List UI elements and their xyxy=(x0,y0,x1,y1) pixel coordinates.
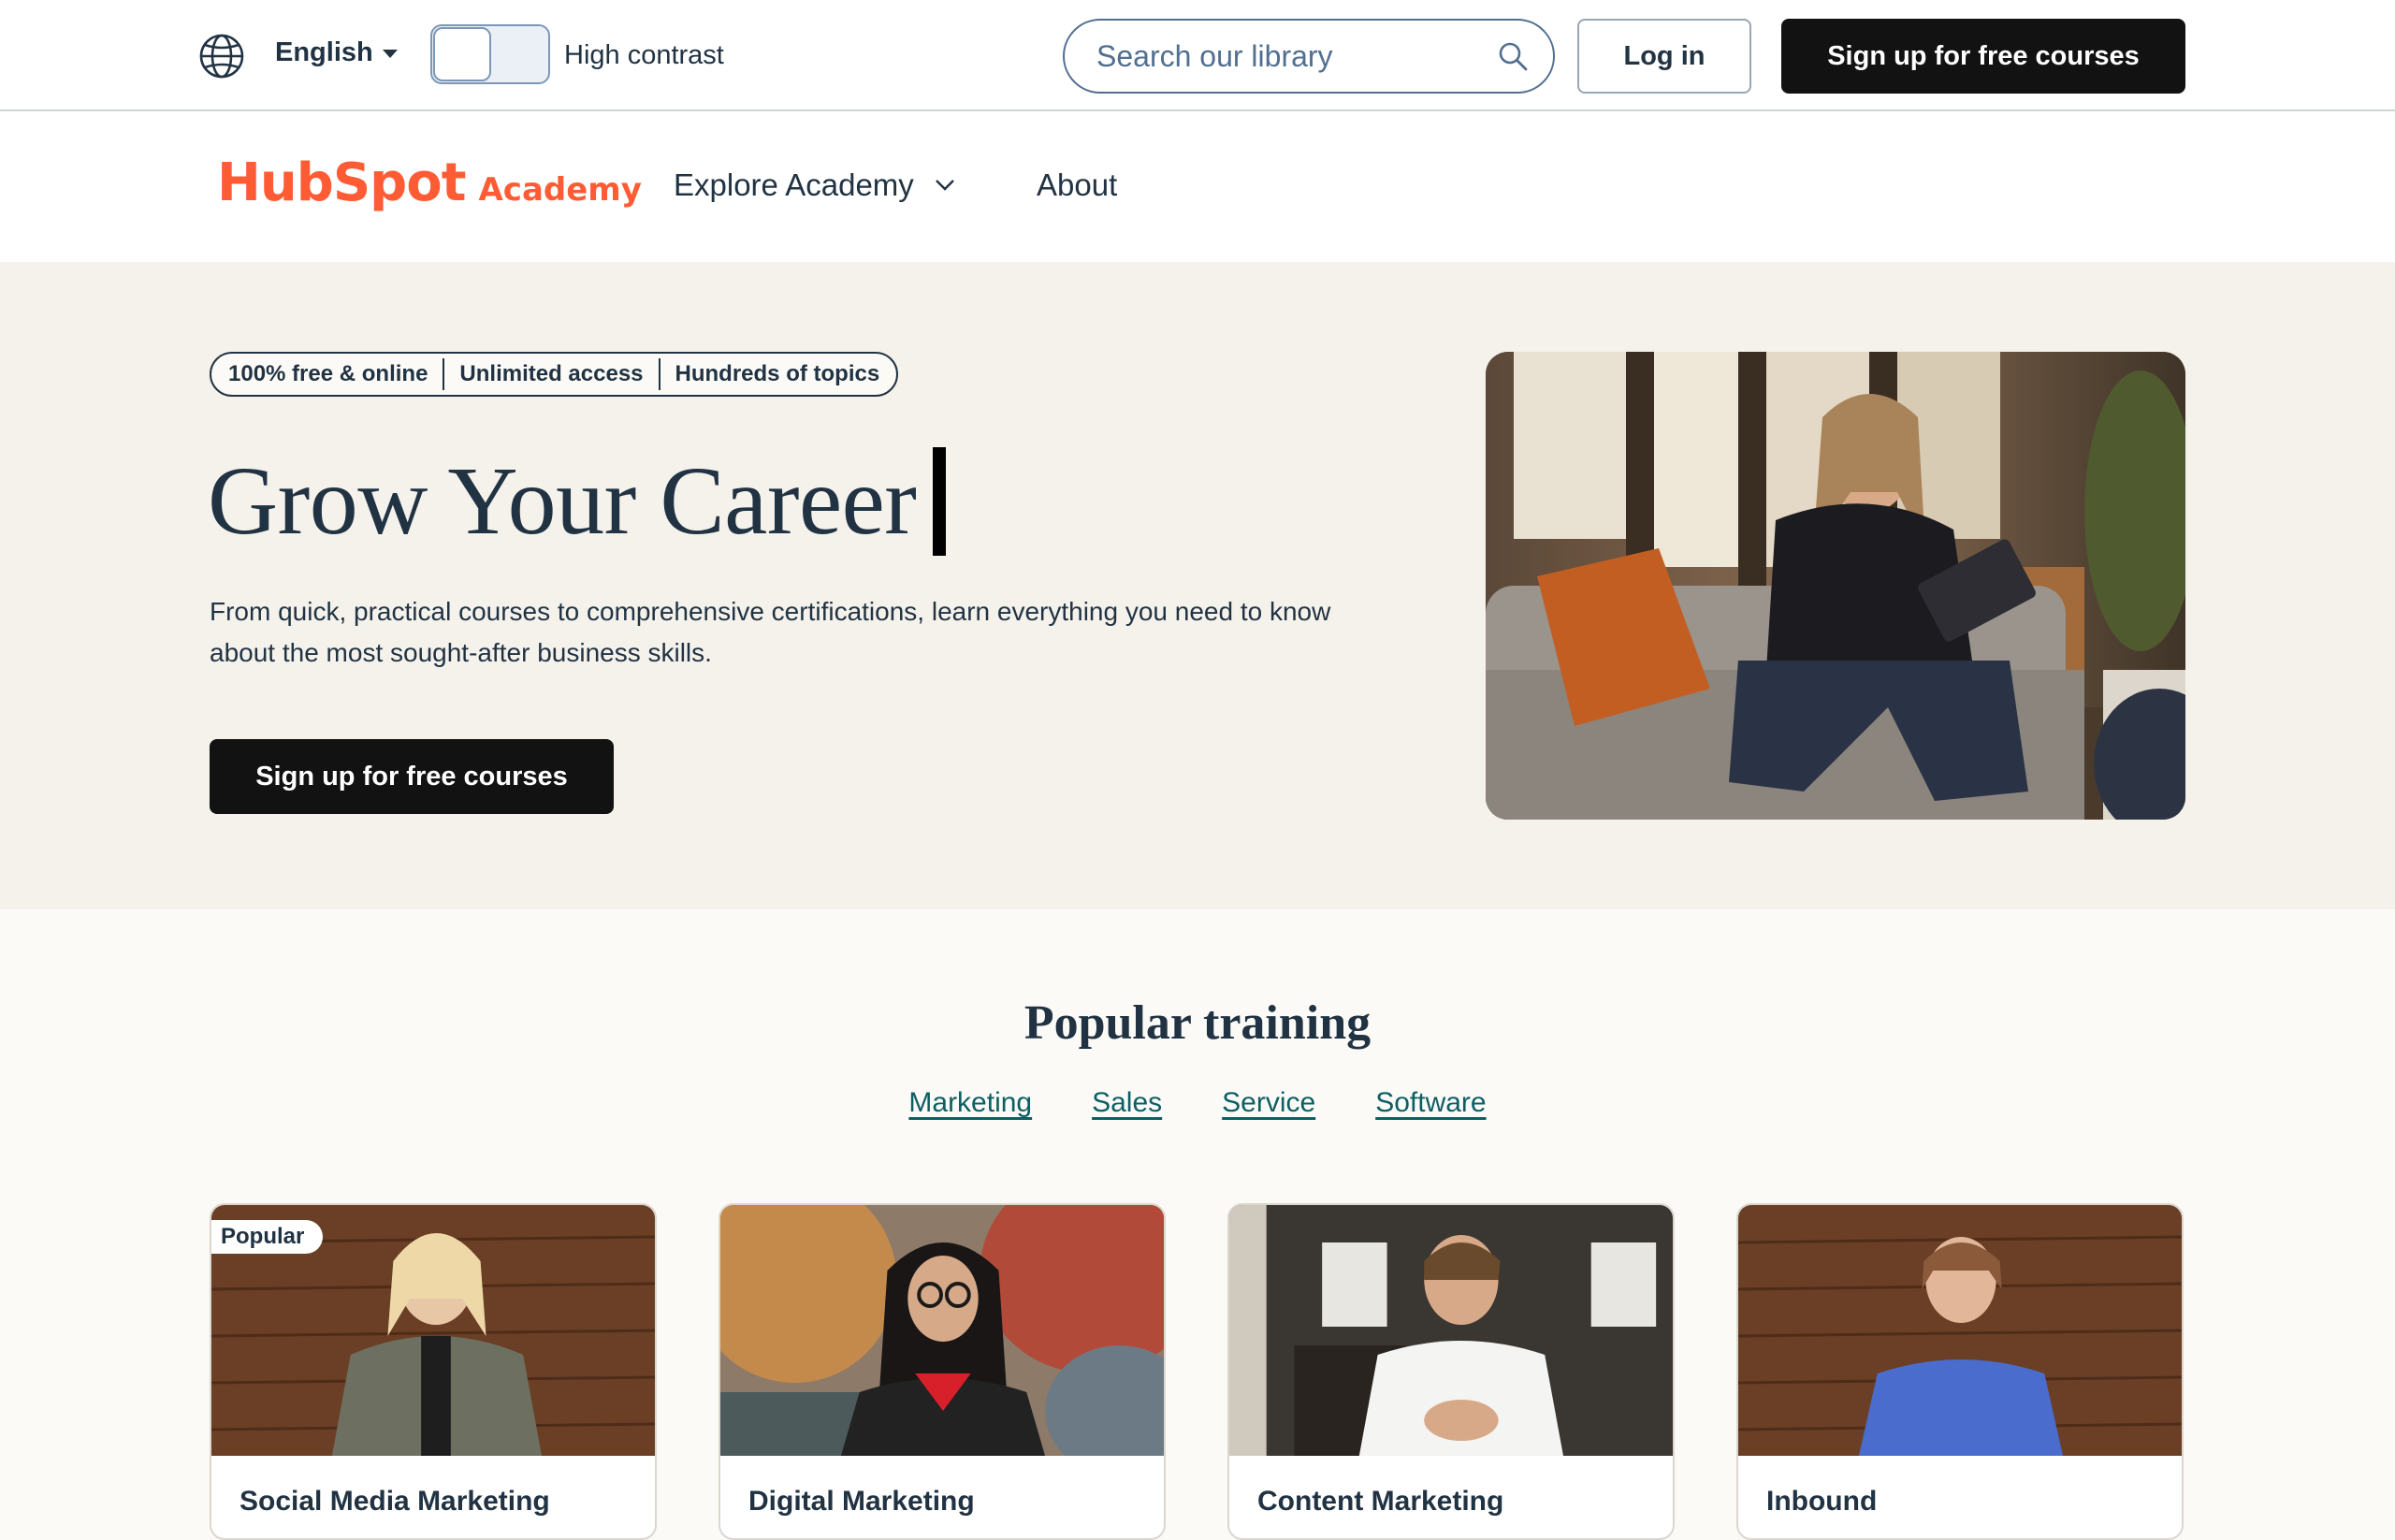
high-contrast-label: High contrast xyxy=(564,40,724,70)
globe-icon[interactable] xyxy=(198,33,245,80)
high-contrast-toggle[interactable] xyxy=(430,24,550,84)
course-thumbnail xyxy=(1738,1205,2182,1456)
logo-academy-text: Academy xyxy=(478,171,642,209)
course-thumbnail xyxy=(1229,1205,1673,1456)
toggle-knob xyxy=(433,27,491,81)
hero-title-text: Grow Your Career xyxy=(208,447,917,555)
course-card[interactable]: Popular Social Media Marketing xyxy=(210,1203,657,1540)
signup-button-header[interactable]: Sign up for free courses xyxy=(1781,19,2185,94)
pill-hundreds-topics: Hundreds of topics xyxy=(658,358,882,390)
utility-bar: English High contrast Log in Sign up for… xyxy=(0,0,2395,111)
hero-section: 100% free & online Unlimited access Hund… xyxy=(0,262,2395,909)
tab-software[interactable]: Software xyxy=(1375,1087,1486,1119)
course-cards: Popular Social Media Marketing Digital M… xyxy=(210,1203,2185,1540)
search-box[interactable] xyxy=(1063,19,1555,94)
chevron-down-icon xyxy=(935,180,954,191)
hero-photo-woman-on-couch xyxy=(1486,352,2185,820)
signup-button-hero[interactable]: Sign up for free courses xyxy=(210,739,614,814)
tab-marketing[interactable]: Marketing xyxy=(908,1087,1032,1119)
tab-sales[interactable]: Sales xyxy=(1092,1087,1162,1119)
popular-training-title: Popular training xyxy=(1023,996,1372,1050)
course-title: Inbound xyxy=(1766,1486,1878,1517)
feature-pills: 100% free & online Unlimited access Hund… xyxy=(210,352,899,397)
nav-explore-label: Explore Academy xyxy=(674,167,914,202)
course-thumbnail xyxy=(720,1205,1164,1456)
logo-hubspot-text: HubSpot xyxy=(217,153,466,213)
pill-free-online: 100% free & online xyxy=(228,361,428,386)
training-category-tabs: Marketing Sales Service Software xyxy=(0,1087,2395,1119)
pill-unlimited-access: Unlimited access xyxy=(443,358,658,390)
course-card[interactable]: Content Marketing xyxy=(1227,1203,1675,1540)
popular-badge: Popular xyxy=(211,1220,324,1254)
course-card[interactable]: Digital Marketing xyxy=(718,1203,1166,1540)
search-icon[interactable] xyxy=(1497,40,1529,72)
login-button[interactable]: Log in xyxy=(1577,19,1751,94)
course-card[interactable]: Inbound xyxy=(1736,1203,2184,1540)
course-title: Digital Marketing xyxy=(748,1486,975,1517)
typing-cursor xyxy=(933,446,947,556)
main-navigation: HubSpot Academy Explore Academy About xyxy=(0,111,2395,262)
nav-explore-academy[interactable]: Explore Academy xyxy=(674,167,955,203)
hubspot-academy-logo[interactable]: HubSpot Academy xyxy=(217,153,642,213)
nav-about[interactable]: About xyxy=(1037,167,1117,203)
hero-title: Grow Your Career xyxy=(208,445,947,557)
caret-down-icon xyxy=(382,50,398,58)
hero-subtitle: From quick, practical courses to compreh… xyxy=(210,597,1331,667)
language-label: English xyxy=(275,37,373,67)
search-input[interactable] xyxy=(1096,38,1497,74)
language-selector[interactable]: English xyxy=(275,37,398,68)
course-title: Social Media Marketing xyxy=(240,1486,550,1517)
tab-service[interactable]: Service xyxy=(1222,1087,1315,1119)
course-title: Content Marketing xyxy=(1257,1486,1504,1517)
